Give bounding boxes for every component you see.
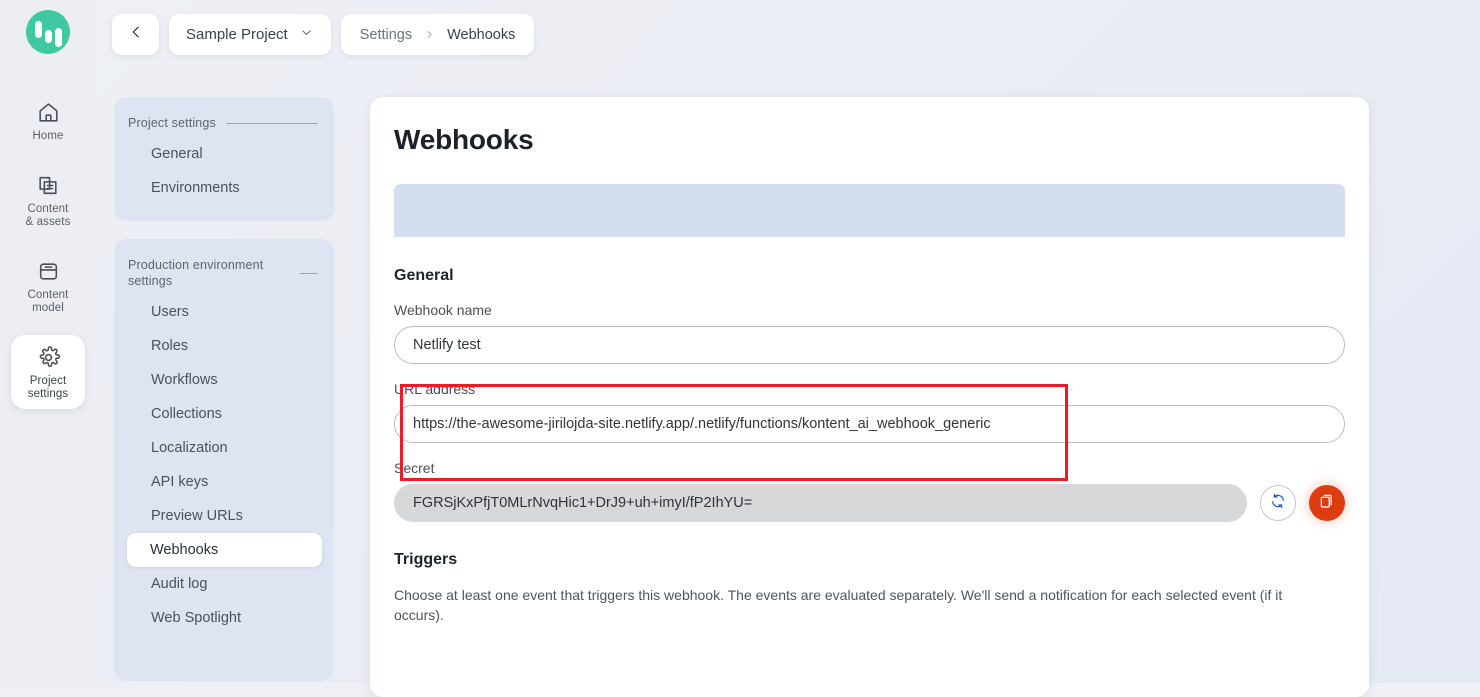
settings-nav-item-api-keys[interactable]: API keys <box>126 465 322 499</box>
settings-nav-heading-project: Project settings <box>114 115 334 131</box>
url-address-input[interactable]: https://the-awesome-jirilojda-site.netli… <box>394 405 1345 443</box>
top-bar: Sample Project Project settings Settings… <box>112 14 535 55</box>
gear-icon <box>35 344 61 370</box>
rail-label-content-assets: Content & assets <box>25 203 71 228</box>
project-switcher[interactable]: Sample Project <box>169 14 331 55</box>
home-icon <box>35 99 61 125</box>
webhooks-card: Webhooks General Webhook name Netlify te… <box>370 97 1369 697</box>
breadcrumb-item-webhooks[interactable]: Webhooks <box>447 27 515 43</box>
section-title-general: General <box>394 267 454 284</box>
logo-bar-3 <box>54 28 62 47</box>
project-name: Sample Project <box>186 26 288 43</box>
copy-icon <box>1318 492 1336 515</box>
heading-rule <box>225 122 318 124</box>
settings-nav-item-workflows[interactable]: Workflows <box>126 363 322 397</box>
heading-rule <box>300 272 318 274</box>
settings-nav-item-general[interactable]: General <box>126 137 322 171</box>
secret-row: FGRSjKxPfjT0MLrNvqHic1+DrJ9+uh+imyI/fP2I… <box>394 484 1345 522</box>
back-button[interactable] <box>112 14 159 55</box>
rail-item-list: Home Content & assets Content model Proj… <box>0 90 96 421</box>
refresh-icon <box>1269 492 1287 515</box>
logo-bar-1 <box>34 21 42 38</box>
webhook-form: General Webhook name Netlify test URL ad… <box>370 267 1369 625</box>
content-model-icon <box>35 258 61 284</box>
primary-nav-rail: Home Content & assets Content model Proj… <box>0 0 96 683</box>
chevron-down-icon <box>299 25 314 45</box>
section-title-triggers: Triggers <box>394 551 458 568</box>
webhook-name-input[interactable]: Netlify test <box>394 326 1345 364</box>
app-root: Home Content & assets Content model Proj… <box>0 0 1480 697</box>
settings-nav-item-roles[interactable]: Roles <box>126 329 322 363</box>
settings-nav-item-environments[interactable]: Environments <box>126 171 322 205</box>
field-url-address: URL address https://the-awesome-jirilojd… <box>394 381 1345 443</box>
logo-bar-2 <box>44 30 52 43</box>
rail-item-content-model[interactable]: Content model <box>11 249 85 323</box>
rail-label-content-model: Content model <box>27 289 69 314</box>
rail-item-home[interactable]: Home <box>11 90 85 151</box>
copy-secret-button[interactable] <box>1309 485 1345 521</box>
chevron-left-icon <box>128 24 144 45</box>
settings-nav-heading-production: Production environment settings <box>114 257 334 289</box>
settings-nav-item-collections[interactable]: Collections <box>126 397 322 431</box>
rail-label-project-settings: Project settings <box>27 375 69 400</box>
content-assets-icon <box>35 172 61 198</box>
settings-nav-heading-label: Production environment settings <box>128 258 264 288</box>
settings-nav: Project settings General Environments Pr… <box>114 97 334 681</box>
kontent-ai-logo[interactable] <box>26 10 70 54</box>
label-webhook-name: Webhook name <box>394 302 492 318</box>
regenerate-secret-button[interactable] <box>1260 485 1296 521</box>
label-url-address: URL address <box>394 381 476 397</box>
breadcrumb-item-settings[interactable]: Settings <box>360 27 412 43</box>
settings-nav-heading-label: Project settings <box>128 116 216 130</box>
settings-nav-item-localization[interactable]: Localization <box>126 431 322 465</box>
settings-nav-group-production: Production environment settings Users Ro… <box>114 239 334 681</box>
field-secret: Secret FGRSjKxPfjT0MLrNvqHic1+DrJ9+uh+im… <box>394 460 1345 522</box>
settings-nav-item-webhooks[interactable]: Webhooks <box>127 533 322 567</box>
breadcrumb[interactable]: Project settings Settings Webhooks <box>340 14 535 55</box>
settings-nav-group-project: Project settings General Environments <box>114 97 334 221</box>
field-webhook-name: Webhook name Netlify test <box>394 302 1345 364</box>
chevron-right-icon <box>424 29 435 40</box>
settings-nav-item-audit-log[interactable]: Audit log <box>126 567 322 601</box>
secret-input: FGRSjKxPfjT0MLrNvqHic1+DrJ9+uh+imyI/fP2I… <box>394 484 1247 522</box>
settings-nav-item-users[interactable]: Users <box>126 295 322 329</box>
rail-item-content-assets[interactable]: Content & assets <box>11 163 85 237</box>
page-title: Webhooks <box>394 124 534 155</box>
label-secret: Secret <box>394 460 435 476</box>
rail-item-project-settings[interactable]: Project settings <box>11 335 85 409</box>
info-banner <box>394 184 1345 237</box>
rail-label-home: Home <box>32 130 64 142</box>
triggers-description: Choose at least one event that triggers … <box>394 587 1283 623</box>
settings-nav-item-web-spotlight[interactable]: Web Spotlight <box>126 601 322 635</box>
settings-nav-item-preview-urls[interactable]: Preview URLs <box>126 499 322 533</box>
